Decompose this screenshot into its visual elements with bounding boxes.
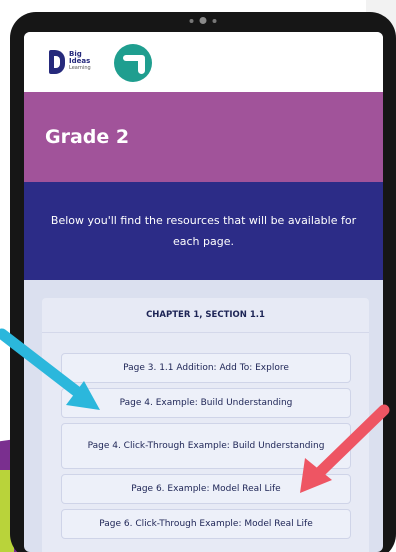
- logo-line-2: Ideas: [69, 57, 91, 65]
- page-link-build-understanding[interactable]: Page 4. Example: Build Understanding: [61, 388, 351, 418]
- tablet-screen: Big Ideas Learning Grade 2 Below you'll …: [24, 32, 383, 552]
- intro-banner: Below you'll find the resources that wil…: [24, 182, 383, 280]
- grade-banner: Grade 2: [24, 92, 383, 182]
- page-link-explore[interactable]: Page 3. 1.1 Addition: Add To: Explore: [61, 353, 351, 383]
- section-area: CHAPTER 1, SECTION 1.1 Page 3. 1.1 Addit…: [24, 280, 383, 552]
- page-link-click-through-model-real-life[interactable]: Page 6. Click-Through Example: Model Rea…: [61, 509, 351, 539]
- florida-badge-icon: [114, 44, 152, 82]
- stage: Big Ideas Learning Grade 2 Below you'll …: [0, 0, 396, 552]
- logo-line-3: Learning: [69, 65, 91, 71]
- logo-bar: Big Ideas Learning: [24, 32, 383, 92]
- intro-text: Below you'll find the resources that wil…: [50, 214, 357, 248]
- page-link-click-through-build-understanding[interactable]: Page 4. Click-Through Example: Build Und…: [61, 423, 351, 469]
- page-link-model-real-life[interactable]: Page 6. Example: Model Real Life: [61, 474, 351, 504]
- section-title: CHAPTER 1, SECTION 1.1: [42, 298, 369, 333]
- section-card: CHAPTER 1, SECTION 1.1 Page 3. 1.1 Addit…: [42, 298, 369, 552]
- page-title: Grade 2: [45, 126, 130, 148]
- big-ideas-logo-icon: [49, 50, 65, 74]
- camera-icon: [189, 17, 217, 24]
- tablet-frame: Big Ideas Learning Grade 2 Below you'll …: [10, 12, 396, 552]
- big-ideas-logo-text: Big Ideas Learning: [69, 51, 91, 72]
- page-list: Page 3. 1.1 Addition: Add To: Explore Pa…: [61, 353, 351, 544]
